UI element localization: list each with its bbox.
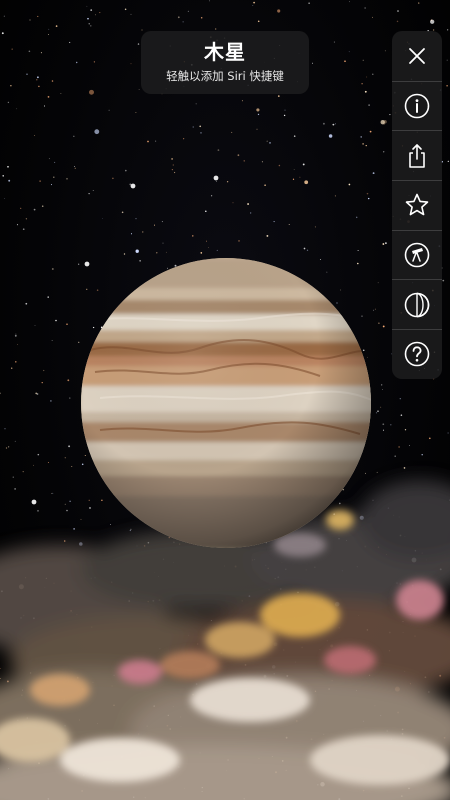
phases-button[interactable] (392, 279, 442, 329)
star-icon (405, 194, 429, 216)
info-icon (404, 93, 430, 119)
share-button[interactable] (392, 130, 442, 180)
planet-title: 木星 (204, 40, 246, 64)
planet-viewer-screen: 木星 轻触以添加 Siri 快捷键 (0, 0, 450, 800)
observe-button[interactable] (392, 229, 442, 280)
jupiter-planet-render[interactable] (0, 0, 450, 800)
close-icon (409, 47, 425, 64)
telescope-icon (404, 242, 430, 268)
siri-shortcut-hint: 轻触以添加 Siri 快捷键 (166, 69, 284, 83)
help-button[interactable] (392, 329, 442, 379)
share-icon (409, 143, 425, 168)
help-icon (404, 342, 430, 367)
right-toolbar (392, 31, 442, 379)
close-button[interactable] (392, 31, 442, 81)
favorite-button[interactable] (392, 180, 442, 230)
siri-shortcut-card[interactable]: 木星 轻触以添加 Siri 快捷键 (141, 31, 309, 94)
phase-icon (404, 292, 430, 318)
info-button[interactable] (392, 80, 442, 131)
